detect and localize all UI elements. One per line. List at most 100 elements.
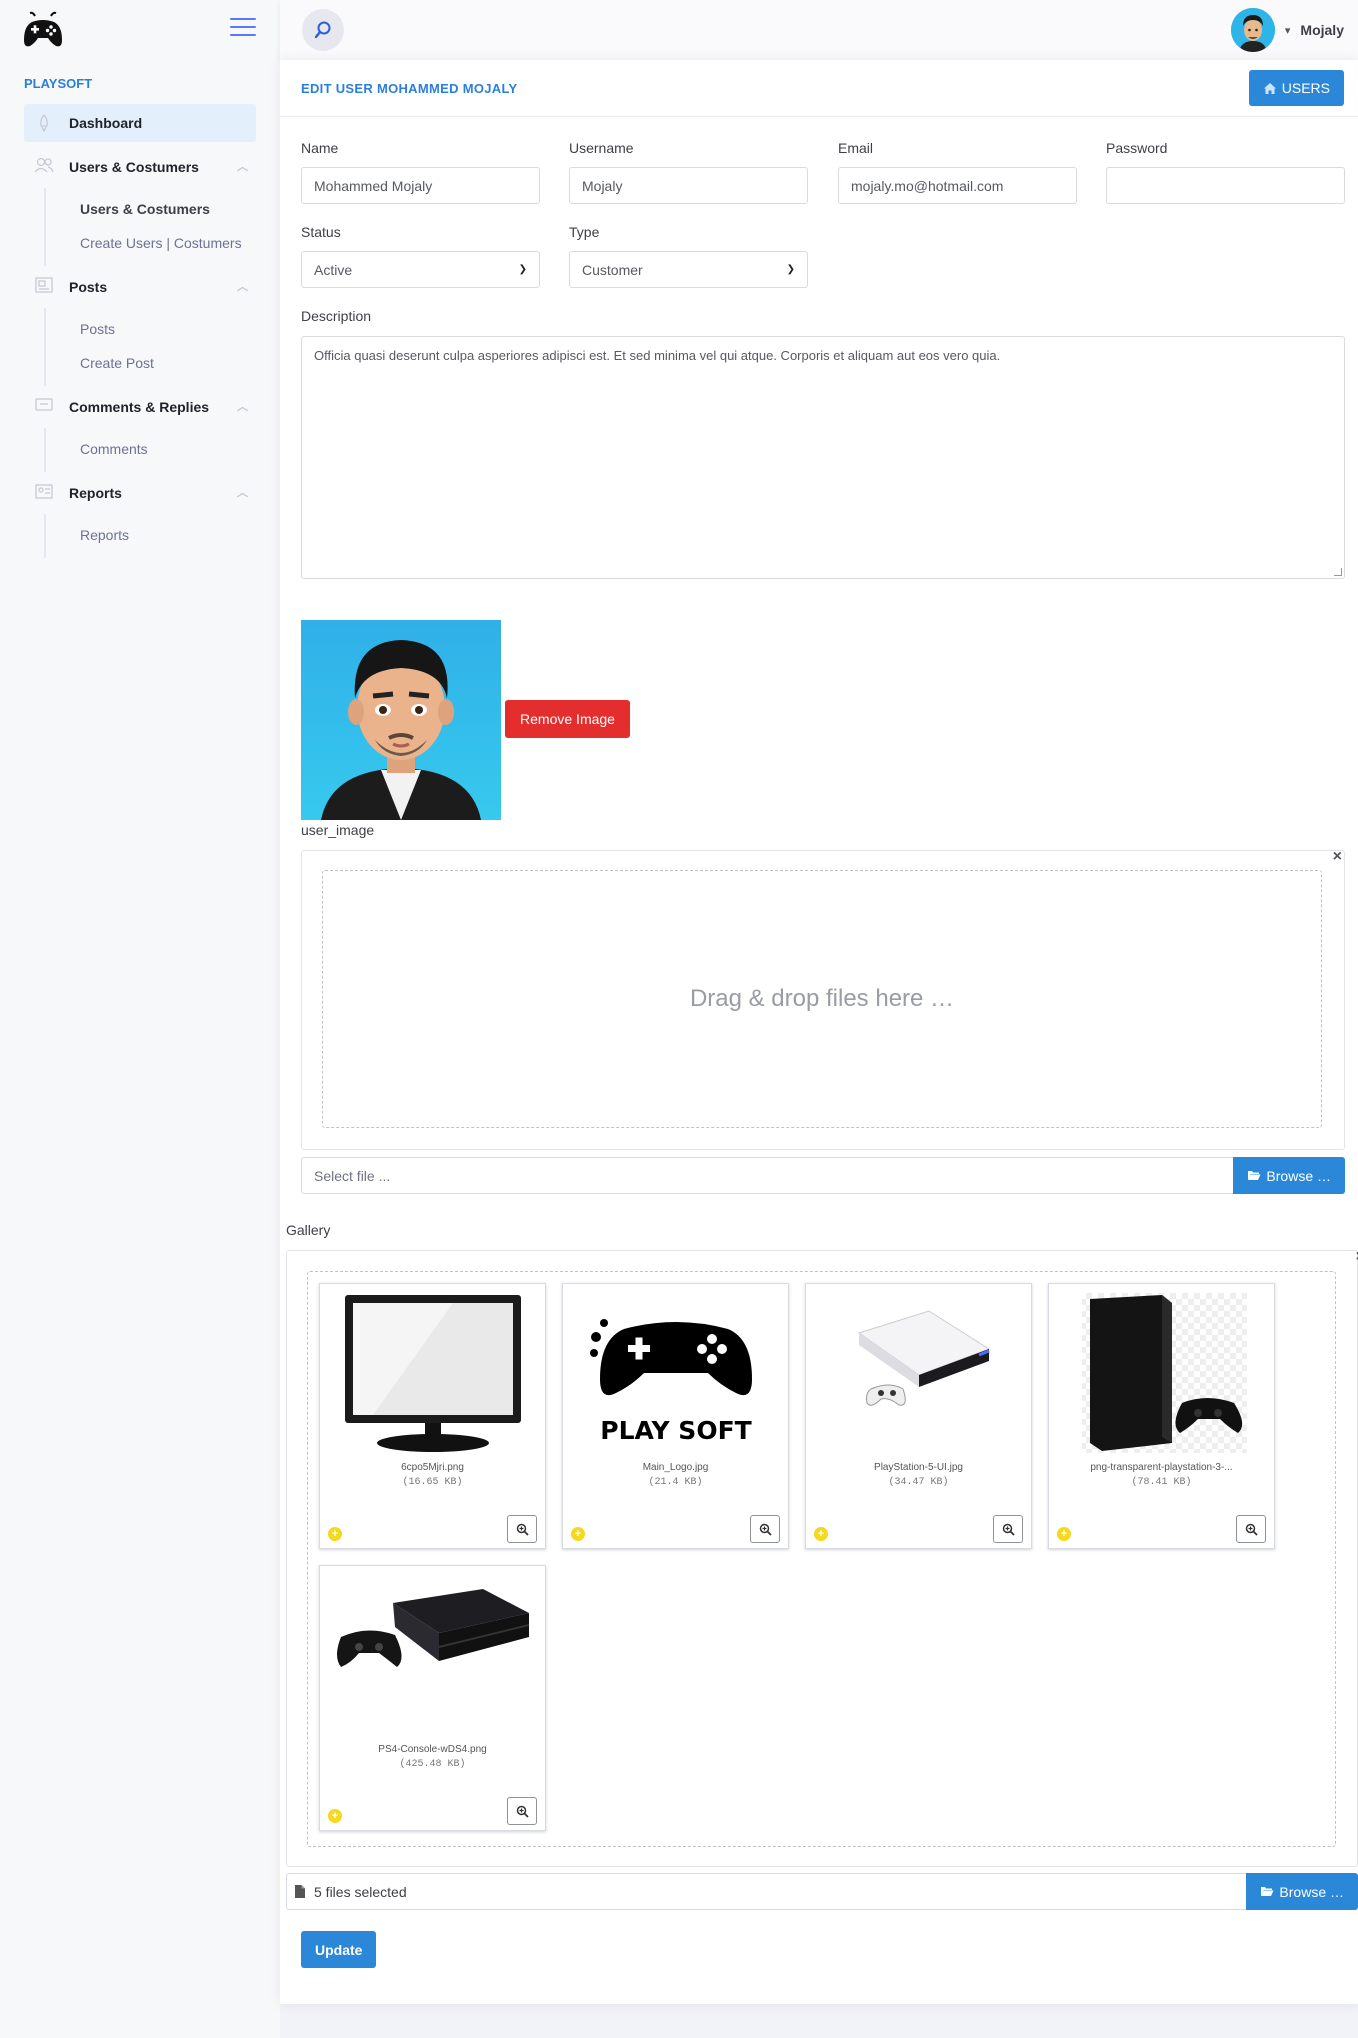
- chevron-down-icon: ❯: [786, 264, 795, 275]
- sidebar-item-label: Users & Costumers: [69, 159, 199, 175]
- submenu-posts: Posts Create Post: [44, 308, 280, 386]
- sidebar-subitem-posts[interactable]: Posts: [46, 312, 280, 346]
- sidebar-item-dashboard[interactable]: Dashboard: [24, 104, 256, 142]
- file-icon: [295, 1885, 305, 1898]
- sidebar-item-comments[interactable]: Comments & Replies ︿: [24, 386, 256, 428]
- file-select-input[interactable]: Select file ... Browse …: [301, 1157, 1345, 1194]
- posts-icon: [35, 277, 53, 293]
- files-selected-text: 5 files selected: [314, 1884, 407, 1900]
- gallery-preview-zone: × 6cpo5Mjri.png (16.65 KB) +: [286, 1249, 1358, 1867]
- gallery-browse-button[interactable]: Browse …: [1246, 1873, 1358, 1910]
- resize-handle-icon[interactable]: [1334, 568, 1342, 576]
- edit-user-card: EDIT USER MOHAMMED MOJALY USERS Name Use…: [280, 60, 1358, 2004]
- sidebar-item-label: Posts: [69, 279, 108, 295]
- submenu-reports: Reports: [44, 514, 280, 558]
- ps4-console-image: [330, 1572, 535, 1737]
- password-field[interactable]: [1106, 167, 1345, 204]
- user-menu[interactable]: ▾ Mojaly: [1230, 8, 1344, 52]
- file-size: (16.65 KB): [402, 1477, 463, 1488]
- drop-area[interactable]: Drag & drop files here …: [322, 870, 1322, 1128]
- update-button[interactable]: Update: [301, 1931, 377, 1968]
- file-drop-zone[interactable]: × Drag & drop files here …: [301, 849, 1345, 1150]
- users-button[interactable]: USERS: [1248, 70, 1344, 106]
- gallery-thumbnail: png-transparent-playstation-3-... (78.41…: [1048, 1283, 1275, 1549]
- gallery-thumbnail: PS4-Console-wDS4.png (425.48 KB) +: [319, 1565, 546, 1831]
- chevron-up-icon: ︿: [237, 401, 248, 413]
- zoom-button[interactable]: [507, 1797, 537, 1825]
- file-name: PlayStation-5-UI.jpg: [874, 1462, 963, 1473]
- user-image-label: user_image: [301, 822, 375, 838]
- close-icon[interactable]: ×: [1333, 849, 1342, 865]
- file-size: (78.41 KB): [1131, 1477, 1192, 1488]
- sidebar-nav: Dashboard Users & Costumers ︿ Users & Co…: [0, 104, 280, 558]
- description-text: Officia quasi deserunt culpa asperiores …: [314, 348, 1001, 363]
- username-field[interactable]: [569, 167, 808, 204]
- logo-bar: [0, 0, 280, 60]
- gallery-thumbnail: PLAY SOFT Main_Logo.jpg (21.4 KB) +: [562, 1283, 789, 1549]
- gallery-label: Gallery: [286, 1222, 331, 1238]
- sidebar-item-posts[interactable]: Posts ︿: [24, 266, 256, 308]
- avatar-illustration-icon: [321, 640, 481, 820]
- plus-circle-icon: +: [1057, 1527, 1071, 1541]
- status-value: Active: [314, 261, 353, 278]
- brand-label: PLAYSOFT: [24, 76, 93, 91]
- chevron-up-icon: ︿: [237, 161, 248, 173]
- sidebar-item-users[interactable]: Users & Costumers ︿: [24, 146, 256, 188]
- file-size: (34.47 KB): [888, 1477, 949, 1488]
- type-select[interactable]: Customer ❯: [569, 251, 808, 288]
- logo-text: PLAY SOFT: [600, 1416, 751, 1445]
- file-name: png-transparent-playstation-3-...: [1090, 1462, 1233, 1473]
- chevron-up-icon: ︿: [237, 281, 248, 293]
- sidebar-item-reports[interactable]: Reports ︿: [24, 472, 256, 514]
- file-size: (425.48 KB): [399, 1759, 466, 1770]
- playsoft-logo-image: PLAY SOFT: [573, 1290, 778, 1455]
- gamepad-logo-icon[interactable]: [22, 10, 64, 52]
- sidebar-item-label: Reports: [69, 485, 122, 501]
- name-field[interactable]: [301, 167, 540, 204]
- sidebar-subitem-comments[interactable]: Comments: [46, 432, 280, 466]
- zoom-button[interactable]: [507, 1515, 537, 1543]
- sidebar-subitem-create-users[interactable]: Create Users | Costumers: [46, 226, 280, 260]
- zoom-in-icon: [516, 1805, 529, 1818]
- plus-circle-icon: +: [328, 1527, 342, 1541]
- gallery-drop-area[interactable]: 6cpo5Mjri.png (16.65 KB) + PLAY SOFT Mai…: [307, 1271, 1336, 1847]
- file-name: 6cpo5Mjri.png: [401, 1462, 464, 1473]
- sidebar-subitem-reports[interactable]: Reports: [46, 518, 280, 552]
- sidebar-item-label: Comments & Replies: [69, 399, 210, 415]
- user-name: Mojaly: [1300, 22, 1344, 38]
- users-icon: [34, 157, 54, 173]
- email-field[interactable]: [838, 167, 1077, 204]
- zoom-button[interactable]: [1236, 1515, 1266, 1543]
- submenu-users: Users & Costumers Create Users | Costume…: [44, 188, 280, 266]
- status-select[interactable]: Active ❯: [301, 251, 540, 288]
- rocket-icon: [40, 114, 48, 132]
- remove-image-button[interactable]: Remove Image: [505, 700, 630, 738]
- gallery-thumbnail: 6cpo5Mjri.png (16.65 KB) +: [319, 1283, 546, 1549]
- chevron-up-icon: ︿: [237, 487, 248, 499]
- gallery-file-input[interactable]: 5 files selected Browse …: [286, 1873, 1358, 1910]
- playstation-5-image: [816, 1290, 1021, 1455]
- sidebar-subitem-users-costumers[interactable]: Users & Costumers: [46, 192, 280, 226]
- menu-toggle-icon[interactable]: [230, 18, 256, 38]
- playstation-3-image: [1059, 1290, 1264, 1455]
- drop-text: Drag & drop files here …: [689, 985, 955, 1012]
- avatar[interactable]: [1230, 8, 1275, 52]
- card-header: EDIT USER MOHAMMED MOJALY USERS: [280, 60, 1358, 117]
- comment-icon: [35, 398, 53, 411]
- browse-button[interactable]: Browse …: [1233, 1157, 1345, 1194]
- description-textarea[interactable]: Officia quasi deserunt culpa asperiores …: [301, 336, 1345, 579]
- file-name: PS4-Console-wDS4.png: [378, 1744, 487, 1755]
- monitor-image: [330, 1290, 535, 1455]
- zoom-in-icon: [1002, 1523, 1015, 1536]
- search-button[interactable]: [302, 9, 344, 51]
- type-label: Type: [569, 224, 600, 240]
- zoom-button[interactable]: [750, 1515, 780, 1543]
- zoom-in-icon: [1245, 1523, 1258, 1536]
- gallery-thumbnail: PlayStation-5-UI.jpg (34.47 KB) +: [805, 1283, 1032, 1549]
- file-name: Main_Logo.jpg: [642, 1462, 709, 1473]
- search-icon: [314, 21, 331, 39]
- sidebar-subitem-create-post[interactable]: Create Post: [46, 346, 280, 380]
- avatar-face-icon: [1230, 8, 1275, 52]
- zoom-button[interactable]: [993, 1515, 1023, 1543]
- folder-open-icon: [1260, 1884, 1274, 1900]
